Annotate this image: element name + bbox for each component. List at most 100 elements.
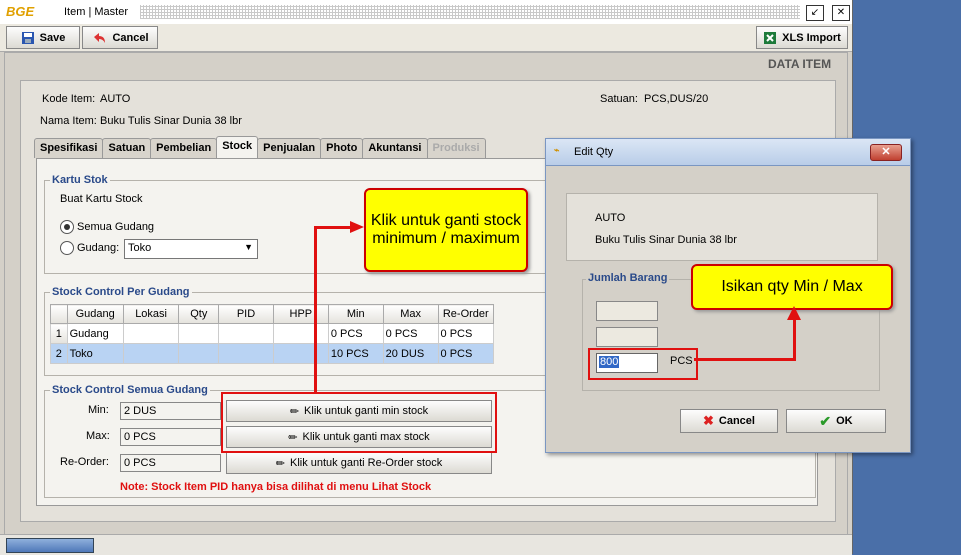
cell-min[interactable]: 0 PCS: [327, 323, 384, 344]
checkmark-icon: ✔: [819, 412, 832, 429]
table-header-row: Gudang Lokasi Qty PID HPP Min Max Re-Ord…: [50, 304, 495, 324]
highlight-min-max-buttons: [221, 392, 497, 453]
satuan-label: Satuan:: [600, 93, 638, 105]
column-header-gudang[interactable]: Gudang: [66, 304, 124, 324]
stock-control-semua-title: Stock Control Semua Gudang: [50, 384, 210, 396]
dialog-cancel-button[interactable]: ✖ Cancel: [680, 409, 778, 433]
excel-icon: [764, 31, 777, 44]
nama-item-value: Buku Tulis Sinar Dunia 38 lbr: [100, 115, 242, 127]
cell-reorder[interactable]: 0 PCS: [437, 323, 495, 344]
cell-lokasi[interactable]: [122, 343, 180, 364]
callout-isikan-qty: Isikan qty Min / Max: [691, 264, 893, 310]
qty-input-1[interactable]: [596, 301, 658, 321]
close-icon[interactable]: ✕: [832, 5, 850, 21]
cell-max[interactable]: 0 PCS: [382, 323, 439, 344]
gudang-select[interactable]: Toko ▼: [124, 239, 258, 259]
qty-input-2[interactable]: [596, 327, 658, 347]
arrow-up-icon: [787, 306, 801, 320]
save-button[interactable]: Save: [6, 26, 80, 49]
dialog-close-icon[interactable]: ✕: [870, 144, 902, 161]
cell-gudang[interactable]: Toko: [66, 343, 124, 364]
callout-ganti-stock-text: Klik untuk ganti stock minimum / maximum: [370, 212, 522, 247]
row-number-header: [50, 304, 68, 324]
chevron-down-icon: ▼: [244, 242, 253, 252]
cell-qty[interactable]: [178, 323, 220, 344]
dialog-kode-value: AUTO: [595, 212, 626, 224]
cell-gudang[interactable]: Gudang: [66, 323, 124, 344]
column-header-reorder[interactable]: Re-Order: [437, 304, 495, 324]
cell-min[interactable]: 10 PCS: [327, 343, 384, 364]
pid-note: Note: Stock Item PID hanya bisa dilihat …: [120, 481, 432, 493]
row-number: 1: [50, 323, 68, 344]
min-label: Min:: [88, 404, 109, 416]
xls-import-button[interactable]: XLS Import: [756, 26, 848, 49]
column-header-max[interactable]: Max: [382, 304, 439, 324]
column-header-lokasi[interactable]: Lokasi: [122, 304, 180, 324]
gudang-select-value: Toko: [128, 242, 152, 254]
column-header-hpp[interactable]: HPP: [272, 304, 329, 324]
connector-line-vertical: [314, 227, 317, 393]
min-value: 2 DUS: [120, 402, 221, 420]
tab-spesifikasi[interactable]: Spesifikasi: [34, 138, 104, 158]
dialog-title-bar: ⌁ Edit Qty ✕: [546, 139, 910, 166]
tab-stock[interactable]: Stock: [216, 136, 259, 158]
dialog-ok-label: OK: [836, 415, 853, 427]
dialog-app-icon: ⌁: [554, 145, 560, 155]
tab-pembelian[interactable]: Pembelian: [150, 138, 218, 158]
app-logo: BGE: [6, 4, 35, 19]
title-bar: BGE Item | Master ↙ ✕: [0, 0, 852, 25]
scrollbar-thumb[interactable]: [6, 538, 94, 553]
semua-gudang-radio[interactable]: [60, 220, 74, 234]
arrow-right-icon: [350, 221, 364, 233]
title-bar-pattern: [140, 5, 800, 19]
undo-icon: [94, 32, 106, 43]
cell-qty[interactable]: [178, 343, 220, 364]
semua-gudang-label: Semua Gudang: [77, 221, 155, 233]
cell-hpp[interactable]: [272, 323, 329, 344]
tab-akuntansi[interactable]: Akuntansi: [362, 138, 428, 158]
dialog-nama-value: Buku Tulis Sinar Dunia 38 lbr: [595, 234, 737, 246]
column-header-pid[interactable]: PID: [218, 304, 274, 324]
kode-item-value: AUTO: [100, 93, 131, 105]
callout-isikan-qty-text: Isikan qty Min / Max: [721, 278, 863, 295]
table-row[interactable]: 2 Toko 10 PCS 20 DUS 0 PCS: [50, 343, 495, 364]
edit-icon: ✏: [275, 457, 285, 470]
toolbar: Save Cancel XLS Import: [0, 24, 852, 52]
gudang-radio[interactable]: [60, 241, 74, 255]
cell-pid[interactable]: [218, 323, 274, 344]
tab-produksi: Produksi: [426, 138, 486, 158]
table-row[interactable]: 1 Gudang 0 PCS 0 PCS 0 PCS: [50, 323, 495, 344]
cell-hpp[interactable]: [272, 343, 329, 364]
cell-pid[interactable]: [218, 343, 274, 364]
section-title: DATA ITEM: [768, 57, 832, 71]
buat-kartu-stok-text: Buat Kartu Stock: [60, 193, 143, 205]
column-header-qty[interactable]: Qty: [178, 304, 220, 324]
reorder-value: 0 PCS: [120, 454, 221, 472]
satuan-value: PCS,DUS/20: [644, 93, 709, 105]
horizontal-scrollbar[interactable]: [0, 534, 852, 555]
tab-photo[interactable]: Photo: [320, 138, 364, 158]
cancel-button[interactable]: Cancel: [82, 26, 158, 49]
dialog-title: Edit Qty: [574, 146, 614, 158]
restore-icon[interactable]: ↙: [806, 5, 824, 21]
kartu-stok-title: Kartu Stok: [50, 174, 110, 186]
window-title: Item | Master: [64, 6, 128, 18]
change-reorder-stock-label: Klik untuk ganti Re-Order stock: [289, 457, 443, 469]
connector-line-horizontal-right: [694, 358, 796, 361]
save-label: Save: [39, 31, 66, 44]
column-header-min[interactable]: Min: [327, 304, 384, 324]
save-icon: [21, 31, 34, 44]
cell-lokasi[interactable]: [122, 323, 180, 344]
dialog-ok-button[interactable]: ✔ OK: [786, 409, 886, 433]
dialog-item-info: AUTO Buku Tulis Sinar Dunia 38 lbr: [566, 193, 878, 261]
tab-satuan[interactable]: Satuan: [102, 138, 152, 158]
cell-reorder[interactable]: 0 PCS: [437, 343, 495, 364]
cell-max[interactable]: 20 DUS: [382, 343, 439, 364]
tab-penjualan[interactable]: Penjualan: [257, 138, 322, 158]
connector-line-horizontal: [314, 226, 354, 229]
xls-import-label: XLS Import: [782, 31, 841, 44]
change-reorder-stock-button[interactable]: ✏ Klik untuk ganti Re-Order stock: [226, 452, 492, 474]
cancel-label: Cancel: [112, 31, 149, 44]
jumlah-barang-title: Jumlah Barang: [586, 272, 670, 284]
gudang-radio-label: Gudang:: [77, 242, 120, 254]
